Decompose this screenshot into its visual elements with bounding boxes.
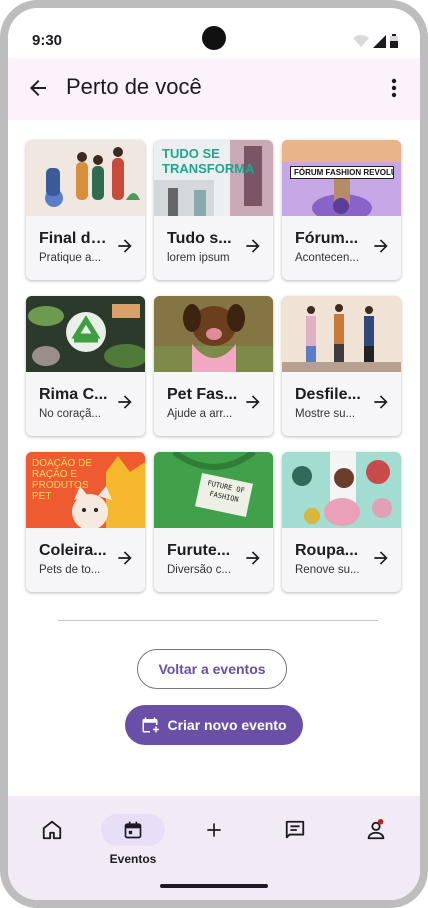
nav-chat-indicator [263, 814, 327, 846]
event-title: Furute... [167, 542, 231, 559]
arrow-forward-icon[interactable] [371, 548, 391, 568]
nav-add-indicator [182, 814, 246, 846]
event-card[interactable]: Roupa... Renove su... [282, 452, 401, 592]
arrow-forward-icon[interactable] [115, 236, 135, 256]
arrow-forward-icon[interactable] [243, 236, 263, 256]
calendar-icon [124, 821, 142, 839]
nav-add[interactable] [182, 814, 246, 874]
event-subtitle: Renove su... [295, 564, 360, 576]
event-subtitle: Mostre su... [295, 408, 356, 420]
battery-icon [390, 34, 398, 48]
event-image [26, 296, 145, 372]
arrow-forward-icon[interactable] [371, 392, 391, 412]
arrow-forward-icon[interactable] [371, 236, 391, 256]
nav-profile[interactable] [344, 814, 408, 874]
arrow-forward-icon[interactable] [243, 548, 263, 568]
event-image [154, 296, 273, 372]
event-card[interactable]: Desfile... Mostre su... [282, 296, 401, 436]
event-subtitle: No coraçã... [39, 408, 101, 420]
event-card[interactable]: FUTURE OF FASHION Furute... Diversão c..… [154, 452, 273, 592]
calendar-add-icon [142, 717, 160, 733]
arrow-forward-icon[interactable] [243, 392, 263, 412]
arrow-forward-icon[interactable] [115, 392, 135, 412]
event-card[interactable]: TUDO SE TRANSFORMA Tudo s... lorem ipsum [154, 140, 273, 280]
event-title: Tudo s... [167, 230, 232, 247]
event-title: Desfile... [295, 386, 361, 403]
arrow-forward-icon[interactable] [115, 548, 135, 568]
event-image: DOAÇÃO DE RAÇÃO E PRODUTOS PET [26, 452, 145, 528]
wifi-icon [353, 35, 369, 47]
profile-icon [367, 819, 385, 840]
image-caption: DOAÇÃO DE RAÇÃO E PRODUTOS PET [32, 458, 93, 502]
event-subtitle: Pets de to... [39, 564, 101, 576]
front-camera [202, 26, 226, 50]
back-arrow-icon[interactable] [26, 76, 50, 100]
event-title: Pet Fas... [167, 386, 238, 403]
home-icon [42, 820, 62, 840]
event-subtitle: Ajude a arr... [167, 408, 233, 420]
nav-events-label: Eventos [109, 852, 157, 866]
event-card[interactable]: Final de... Pratique a... [26, 140, 145, 280]
event-title: Final de... [39, 230, 111, 247]
page-title: Perto de você [66, 74, 202, 99]
nav-home-indicator [20, 814, 84, 846]
event-subtitle: Diversão c... [167, 564, 231, 576]
status-icons [353, 34, 398, 48]
nav-home[interactable] [20, 814, 84, 874]
more-vert-icon[interactable] [390, 76, 398, 100]
event-title: Rima C... [39, 386, 108, 403]
main-content: Final de... Pratique a... TUDO SE TRANSF… [8, 120, 420, 796]
top-app-bar: Perto de você [8, 58, 420, 120]
event-image [282, 452, 401, 528]
create-event-label: Criar novo evento [167, 717, 287, 733]
phone-frame: 9:30 Perto de você Final de... Pratique … [0, 0, 428, 908]
image-caption: FÓRUM FASHION REVOLUTION [290, 166, 394, 179]
image-caption: TUDO SE TRANSFORMA [162, 146, 255, 176]
signal-icon [373, 35, 386, 48]
event-subtitle: Pratique a... [39, 252, 102, 264]
event-card[interactable]: Rima C... No coraçã... [26, 296, 145, 436]
event-title: Roupa... [295, 542, 359, 559]
event-title: Fórum... [295, 230, 359, 247]
nav-profile-indicator [344, 814, 408, 846]
event-title: Coleira... [39, 542, 107, 559]
back-to-events-button[interactable]: Voltar a eventos [137, 649, 287, 689]
event-image [26, 140, 145, 216]
status-time: 9:30 [32, 32, 63, 49]
event-image [282, 296, 401, 372]
nav-events[interactable]: Eventos [101, 814, 165, 874]
event-subtitle: Acontecen... [295, 252, 359, 264]
event-card[interactable]: FÓRUM FASHION REVOLUTION Fórum... Aconte… [282, 140, 401, 280]
nav-chat[interactable] [263, 814, 327, 874]
gesture-bar [160, 884, 268, 888]
add-icon [207, 823, 221, 837]
event-subtitle: lorem ipsum [167, 252, 230, 264]
event-card[interactable]: DOAÇÃO DE RAÇÃO E PRODUTOS PET Coleira..… [26, 452, 145, 592]
event-image: FÓRUM FASHION REVOLUTION [282, 140, 401, 216]
create-event-button[interactable]: Criar novo evento [125, 705, 303, 745]
event-image: FUTURE OF FASHION [154, 452, 273, 528]
nav-events-indicator [101, 814, 165, 846]
divider [58, 620, 378, 621]
event-card[interactable]: Pet Fas... Ajude a arr... [154, 296, 273, 436]
chat-icon [285, 820, 305, 839]
event-image: TUDO SE TRANSFORMA [154, 140, 273, 216]
